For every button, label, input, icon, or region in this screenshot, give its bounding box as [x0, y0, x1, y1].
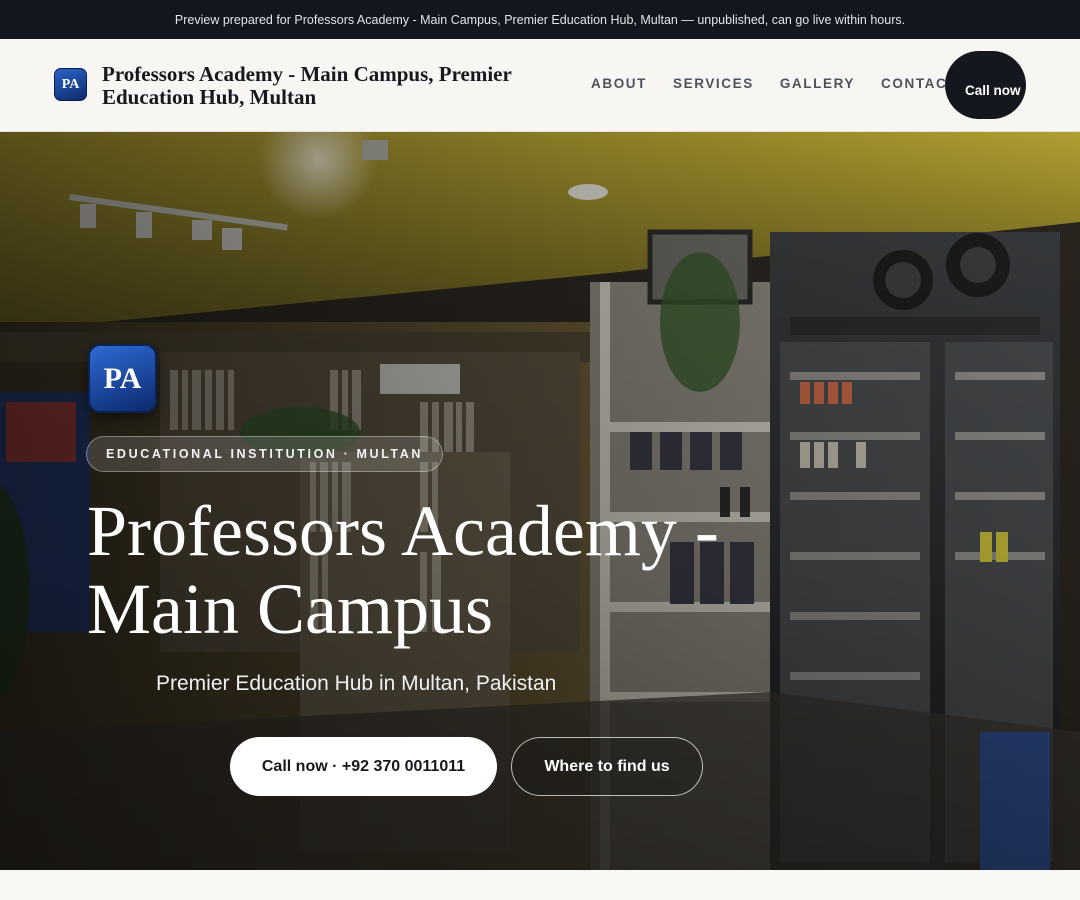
hero-eyebrow-badge: EDUCATIONAL INSTITUTION · MULTAN: [86, 436, 443, 472]
header-call-button[interactable]: Call now: [945, 51, 1026, 119]
nav-gallery[interactable]: GALLERY: [780, 76, 855, 91]
hero-call-button[interactable]: Call now · +92 370 0011011: [230, 737, 497, 796]
brand-logo[interactable]: PA: [54, 68, 87, 101]
hero-subtitle: Premier Education Hub in Multan, Pakista…: [156, 672, 557, 695]
hero-section: PA EDUCATIONAL INSTITUTION · MULTAN Prof…: [0, 132, 1080, 870]
nav-about[interactable]: ABOUT: [591, 76, 647, 91]
preview-banner-text: Preview prepared for Professors Academy …: [174, 12, 906, 27]
hero-directions-button[interactable]: Where to find us: [511, 737, 703, 796]
preview-banner: Preview prepared for Professors Academy …: [0, 0, 1080, 39]
site-header: PA Professors Academy - Main Campus, Pre…: [0, 39, 1080, 132]
brand-name[interactable]: Professors Academy - Main Campus, Premie…: [102, 63, 572, 109]
hero-title: Professors Academy - Main Campus: [87, 491, 719, 649]
next-section: [0, 870, 1080, 900]
nav-services[interactable]: SERVICES: [673, 76, 754, 91]
main-nav: ABOUT SERVICES GALLERY CONTACT: [591, 76, 983, 91]
hero-logo: PA: [88, 344, 157, 413]
